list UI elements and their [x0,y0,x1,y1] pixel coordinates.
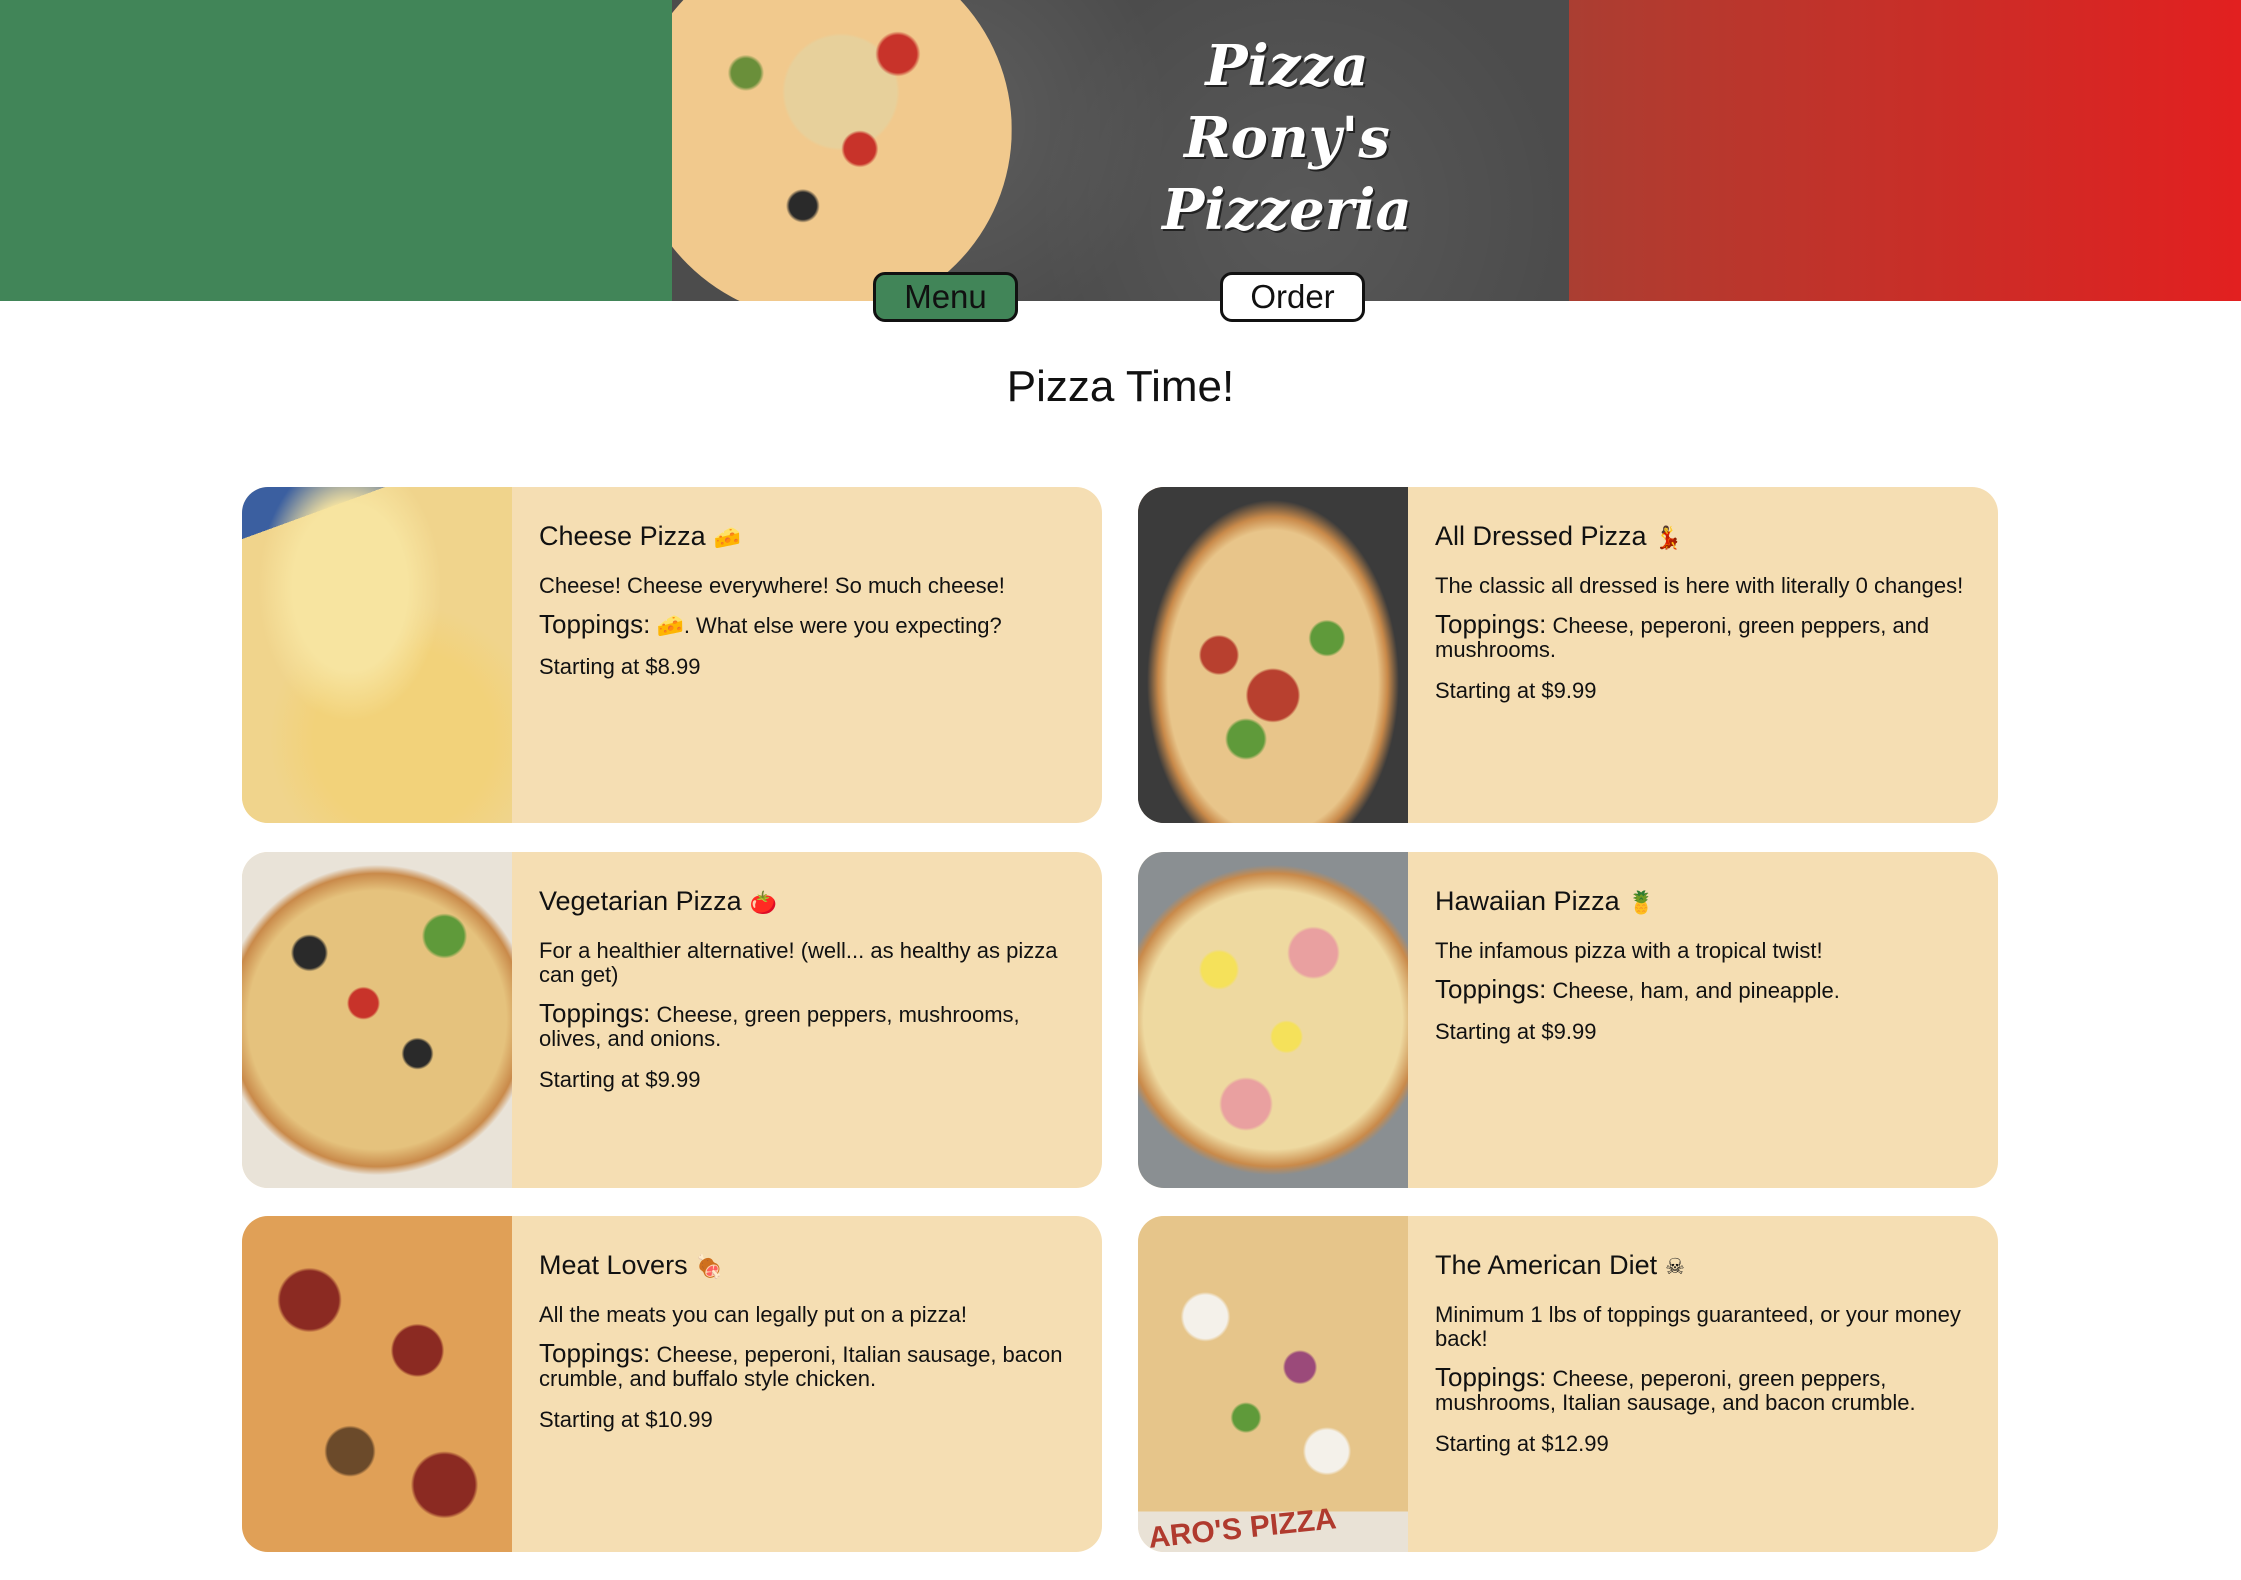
pizza-price: Starting at $10.99 [539,1407,713,1432]
toppings-label: Toppings: [539,1338,651,1368]
pizza-card-hawaiian: Hawaiian Pizza 🍍 The infamous pizza with … [1138,852,1998,1188]
pizza-name-text: The American Diet [1435,1250,1658,1280]
card-body: Vegetarian Pizza 🍅 For a healthier altern… [512,852,1102,1188]
pizza-description: All the meats you can legally put on a p… [539,1302,968,1327]
site-title-line-3: Pizzeria [1162,177,1412,243]
pizza-name: The American Diet ☠ [1435,1250,1972,1281]
meat-lovers-pizza-image [242,1216,512,1552]
pizza-description: Cheese! Cheese everywhere! So much chees… [539,573,1005,598]
site-title-line-1: Pizza [1205,33,1369,99]
pizza-toppings: Toppings: Cheese, peperoni, green pepper… [1435,1362,1972,1415]
card-body: Hawaiian Pizza 🍍 The infamous pizza with … [1408,852,1998,1188]
pizza-card-american-diet: ARO'S PIZZA The American Diet ☠ Minimum 1… [1138,1216,1998,1552]
toppings-text: Cheese, ham, and pineapple. [1552,978,1840,1003]
pizza-price: Starting at $12.99 [1435,1431,1609,1456]
site-title-line-2: Rony's [1184,105,1390,171]
pizza-name-text: Hawaiian Pizza [1435,886,1620,916]
pizza-card-all-dressed: All Dressed Pizza 💃 The classic all dress… [1138,487,1998,823]
pizza-box-text: ARO'S PIZZA [1146,1502,1338,1552]
pizza-card-vegetarian: Vegetarian Pizza 🍅 For a healthier altern… [242,852,1102,1188]
toppings-text: 🧀. What else were you expecting? [656,613,1002,638]
tomato-icon: 🍅 [749,890,778,915]
pizza-description: Minimum 1 lbs of toppings guaranteed, or… [1435,1302,1961,1351]
pizza-toppings: Toppings: Cheese, peperoni, green pepper… [1435,609,1972,662]
pizza-description: The classic all dressed is here with lit… [1435,573,1964,598]
pizza-name-text: Cheese Pizza [539,521,706,551]
dancer-icon: 💃 [1654,525,1682,550]
cheese-icon: 🧀 [713,525,741,550]
pizza-toppings: Toppings: Cheese, green peppers, mushroo… [539,998,1076,1051]
pizza-price: Starting at $8.99 [539,654,701,679]
meat-icon: 🍖 [695,1254,723,1279]
toppings-label: Toppings: [1435,1362,1547,1392]
pizza-name-text: Meat Lovers [539,1250,688,1280]
pizza-toppings: Toppings: 🧀. What else were you expectin… [539,609,1076,639]
banner: Pizza Rony's Pizzeria [672,0,1569,301]
pizza-name-text: All Dressed Pizza [1435,521,1647,551]
menu-button[interactable]: Menu [873,272,1018,322]
pizza-description: The infamous pizza with a tropical twist… [1435,938,1823,963]
pizza-price: Starting at $9.99 [1435,1019,1597,1044]
pizza-name: Cheese Pizza 🧀 [539,521,1076,552]
toppings-label: Toppings: [1435,609,1547,639]
pizza-price: Starting at $9.99 [1435,678,1597,703]
pineapple-icon: 🍍 [1627,890,1655,915]
vegetarian-pizza-image [242,852,512,1188]
pizza-toppings: Toppings: Cheese, ham, and pineapple. [1435,974,1972,1004]
pizza-price: Starting at $9.99 [539,1067,701,1092]
all-dressed-pizza-image [1138,487,1408,823]
pizza-name: Meat Lovers 🍖 [539,1250,1076,1281]
order-button[interactable]: Order [1220,272,1365,322]
pizza-name: All Dressed Pizza 💃 [1435,521,1972,552]
pizza-toppings: Toppings: Cheese, peperoni, Italian saus… [539,1338,1076,1391]
american-diet-pizza-image: ARO'S PIZZA [1138,1216,1408,1552]
banner-pizza-image [672,0,1012,301]
pizza-description: For a healthier alternative! (well... as… [539,938,1058,987]
card-body: All Dressed Pizza 💃 The classic all dress… [1408,487,1998,823]
card-body: Meat Lovers 🍖 All the meats you can legal… [512,1216,1102,1552]
toppings-label: Toppings: [539,609,651,639]
toppings-label: Toppings: [539,998,651,1028]
site-title: Pizza Rony's Pizzeria [1052,30,1522,246]
pizza-card-meat-lovers: Meat Lovers 🍖 All the meats you can legal… [242,1216,1102,1552]
pizza-name: Vegetarian Pizza 🍅 [539,886,1076,917]
pizza-card-cheese: Cheese Pizza 🧀 Cheese! Cheese everywhere!… [242,487,1102,823]
skull-crossbones-icon: ☠ [1665,1254,1685,1279]
card-body: The American Diet ☠ Minimum 1 lbs of topp… [1408,1216,1998,1552]
pizza-name: Hawaiian Pizza 🍍 [1435,886,1972,917]
cheese-pizza-image [242,487,512,823]
pizza-name-text: Vegetarian Pizza [539,886,742,916]
hawaiian-pizza-image [1138,852,1408,1188]
card-body: Cheese Pizza 🧀 Cheese! Cheese everywhere!… [512,487,1102,823]
header-band: Pizza Rony's Pizzeria [0,0,2241,301]
page-title: Pizza Time! [1006,362,1235,411]
toppings-label: Toppings: [1435,974,1547,1004]
